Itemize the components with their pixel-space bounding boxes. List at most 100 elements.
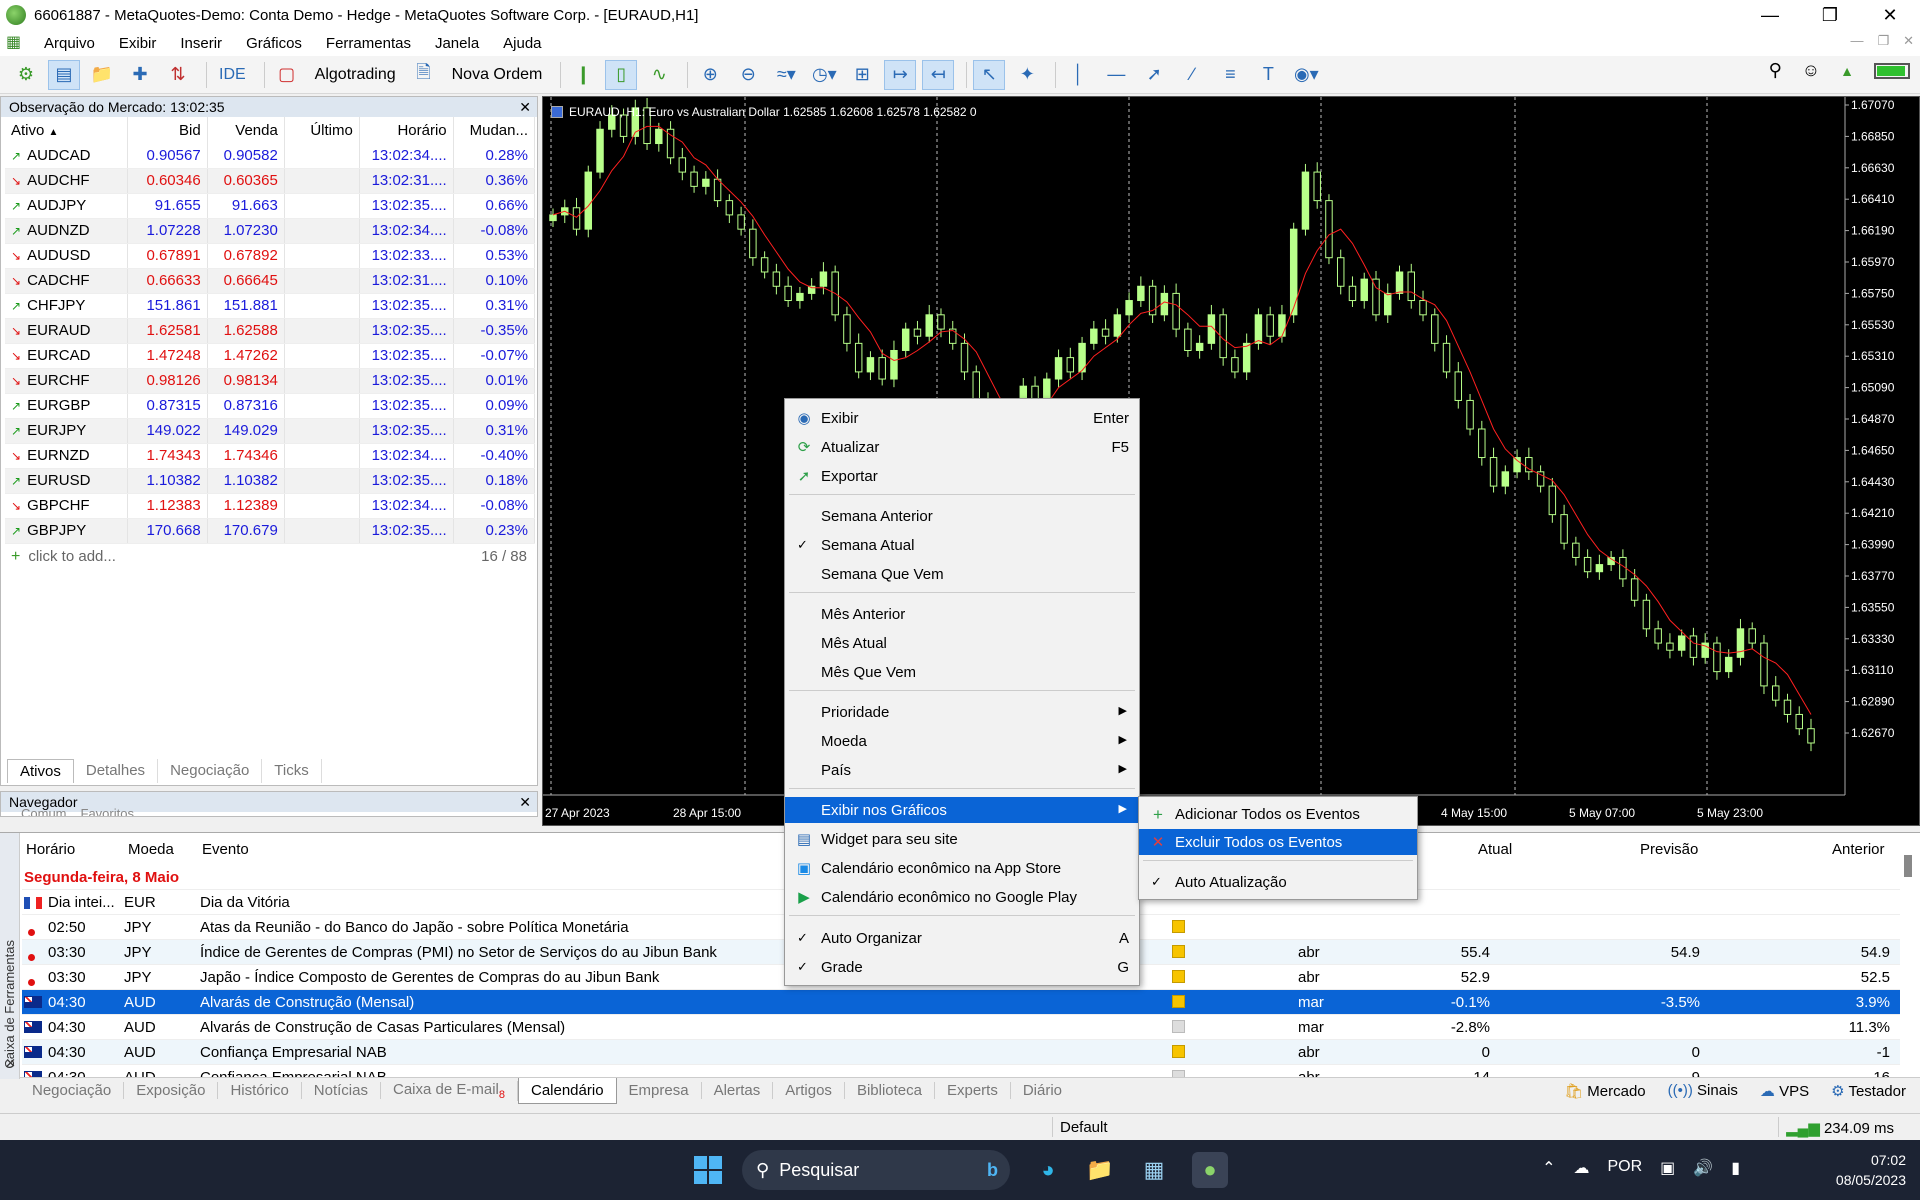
tab-negociacao[interactable]: Negociação xyxy=(158,759,263,783)
tab-calendario[interactable]: Calendário xyxy=(517,1077,617,1104)
network-icon[interactable]: ▣ xyxy=(1660,1158,1675,1178)
column-header-horario[interactable]: Horário xyxy=(26,841,75,858)
zoom-out-icon[interactable]: ⊖ xyxy=(732,60,764,90)
restore-icon[interactable]: ❐ xyxy=(1800,0,1860,30)
add-symbol-row[interactable]: + click to add... 16 / 88 xyxy=(1,544,537,570)
menu-item-moeda[interactable]: Moeda ▶ xyxy=(785,728,1139,754)
profile-name[interactable]: Default xyxy=(1060,1119,1108,1136)
navigator-folder-icon[interactable]: 📁 xyxy=(86,60,118,90)
battery-icon[interactable]: ▮ xyxy=(1731,1158,1740,1178)
menu-item-atualizar[interactable]: ⟳ Atualizar F5 xyxy=(785,434,1139,460)
close-icon[interactable]: ✕ xyxy=(519,97,531,117)
shapes-icon[interactable]: ◉▾ xyxy=(1290,60,1322,90)
fibonacci-icon[interactable]: ≡ xyxy=(1214,60,1246,90)
tab-historico[interactable]: Histórico xyxy=(218,1082,302,1099)
column-header-horario[interactable]: Horário xyxy=(359,117,454,143)
menu-item-exportar[interactable]: ➚ Exportar xyxy=(785,463,1139,489)
column-header-ativo[interactable]: Ativo ▲ xyxy=(5,117,129,143)
column-header-atual[interactable]: Atual xyxy=(1478,841,1512,858)
account-icon[interactable]: ☺ xyxy=(1802,60,1820,81)
horizontal-line-icon[interactable]: — xyxy=(1100,60,1132,90)
calendar-event-row[interactable]: 04:30 AUD Confiança Empresarial NAB abr 0 0 -1 xyxy=(22,1040,1900,1065)
menu-graficos[interactable]: Gráficos xyxy=(234,35,314,52)
taskbar-clock[interactable]: 07:02 08/05/2023 xyxy=(1836,1150,1906,1190)
onedrive-cloud-icon[interactable]: ☁ xyxy=(1573,1158,1589,1178)
menu-item-grade[interactable]: ✓ Grade G xyxy=(785,954,1139,980)
price-chart[interactable]: 1.67070 1.66850 1.66630 1.66410 1.66190 1.659… xyxy=(542,96,1920,826)
menu-item-app-store[interactable]: ▣ Calendário econômico na App Store xyxy=(785,855,1139,881)
autoscroll-icon[interactable]: ↦ xyxy=(884,59,917,90)
tab-exposicao[interactable]: Exposição xyxy=(124,1082,219,1099)
crosshair-data-icon[interactable]: ✚ xyxy=(124,60,156,90)
metatrader-taskbar-icon[interactable]: ● xyxy=(1192,1152,1228,1188)
trendline-icon[interactable]: ➚ xyxy=(1138,60,1170,90)
tab-caixa-email[interactable]: Caixa de E-mail8 xyxy=(381,1080,518,1101)
calendar-event-row[interactable]: 04:30 AUD Alvarás de Construção de Casas P… xyxy=(22,1015,1900,1040)
column-header-evento[interactable]: Evento xyxy=(202,841,249,858)
new-order-icon[interactable]: 🗎 xyxy=(408,60,440,90)
close-icon[interactable]: ✕ xyxy=(1860,0,1920,30)
new-order-button[interactable]: Nova Ordem xyxy=(446,60,549,90)
chart-canvas[interactable]: 1.67070 1.66850 1.66630 1.66410 1.66190 1.659… xyxy=(543,97,1919,825)
market-watch-row[interactable]: ↘ AUDUSD 0.67891 0.67892 13:02:33.... 0.53% xyxy=(5,243,536,269)
column-header-previsao[interactable]: Previsão xyxy=(1640,841,1698,858)
minimize-icon[interactable]: — xyxy=(1740,0,1800,30)
market-watch-row[interactable]: ↗ AUDCAD 0.90567 0.90582 13:02:34.... 0.28% xyxy=(5,143,536,169)
market-watch-row[interactable]: ↘ AUDCHF 0.60346 0.60365 13:02:31.... 0.36% xyxy=(5,168,536,194)
strategy-tester-icon[interactable]: ⇅ xyxy=(162,60,194,90)
tab-comum[interactable]: Comum xyxy=(21,806,67,816)
market-watch-row[interactable]: ↘ GBPCHF 1.12383 1.12389 13:02:34.... -0.08% xyxy=(5,493,536,519)
menu-janela[interactable]: Janela xyxy=(423,35,491,52)
search-icon[interactable]: ⚲ xyxy=(1769,60,1782,81)
calendar-event-row[interactable]: 04:30 AUD Alvarás de Construção (Mensal) ma… xyxy=(22,990,1900,1015)
vertical-line-icon[interactable]: │ xyxy=(1062,60,1094,90)
ide-button[interactable]: IDE xyxy=(213,60,252,90)
menu-item-adicionar-todos[interactable]: + Adicionar Todos os Eventos xyxy=(1139,801,1417,827)
candlestick-chart-icon[interactable]: ▯ xyxy=(605,59,638,90)
menu-ajuda[interactable]: Ajuda xyxy=(491,35,553,52)
menu-item-exibir[interactable]: ◉ Exibir Enter xyxy=(785,405,1139,431)
chart-shift-icon[interactable]: ↤ xyxy=(922,59,955,90)
bar-chart-icon[interactable]: ❙ xyxy=(567,60,599,90)
column-header-bid[interactable]: Bid xyxy=(127,117,208,143)
settings-gear-icon[interactable]: ⚙ xyxy=(10,60,42,90)
menu-item-exibir-nos-graficos[interactable]: Exibir nos Gráficos ▶ xyxy=(785,797,1139,823)
tab-alertas[interactable]: Alertas xyxy=(702,1082,774,1099)
menu-item-semana-que-vem[interactable]: Semana Que Vem xyxy=(785,561,1139,587)
tab-biblioteca[interactable]: Biblioteca xyxy=(845,1082,935,1099)
chevron-up-icon[interactable]: ⌃ xyxy=(1542,1158,1555,1178)
tab-ticks[interactable]: Ticks xyxy=(262,759,322,783)
column-header-mudanca[interactable]: Mudan... xyxy=(453,117,536,143)
market-watch-row[interactable]: ↗ CHFJPY 151.861 151.881 13:02:35.... 0.31% xyxy=(5,293,536,319)
algotrading-stop-icon[interactable]: ▢ xyxy=(271,60,303,90)
menu-item-auto-atualizacao[interactable]: ✓ Auto Atualização xyxy=(1139,869,1417,895)
menu-item-pais[interactable]: País ▶ xyxy=(785,757,1139,783)
volume-icon[interactable]: 🔊 xyxy=(1693,1158,1713,1178)
menu-exibir[interactable]: Exibir xyxy=(107,35,169,52)
tab-favoritos[interactable]: Favoritos xyxy=(81,806,134,816)
column-header-anterior[interactable]: Anterior xyxy=(1832,841,1885,858)
tile-windows-icon[interactable]: ⊞ xyxy=(846,60,878,90)
market-watch-row[interactable]: ↗ EURUSD 1.10382 1.10382 13:02:35.... 0.18% xyxy=(5,468,536,494)
connection-status[interactable]: ▂▄▆ 234.09 ms xyxy=(1786,1119,1894,1137)
column-header-venda[interactable]: Venda xyxy=(207,117,285,143)
one-click-trading-icon[interactable] xyxy=(551,106,563,118)
menu-item-excluir-todos[interactable]: ✕ Excluir Todos os Eventos xyxy=(1139,829,1417,855)
market-watch-row[interactable]: ↘ EURAUD 1.62581 1.62588 13:02:35.... -0.35% xyxy=(5,318,536,344)
vps-link[interactable]: ☁ VPS xyxy=(1760,1082,1809,1100)
market-watch-row[interactable]: ↘ EURCHF 0.98126 0.98134 13:02:35.... 0.01% xyxy=(5,368,536,394)
taskbar-search[interactable]: ⚲ Pesquisar b xyxy=(742,1150,1010,1190)
file-explorer-icon[interactable]: 📁 xyxy=(1082,1152,1118,1188)
market-watch-row[interactable]: ↗ AUDNZD 1.07228 1.07230 13:02:34.... -0.08% xyxy=(5,218,536,244)
indicators-icon[interactable]: ≈▾ xyxy=(770,60,802,90)
tab-artigos[interactable]: Artigos xyxy=(773,1082,845,1099)
zoom-in-icon[interactable]: ⊕ xyxy=(694,60,726,90)
mdi-close-icon[interactable]: ✕ xyxy=(1903,33,1914,49)
tab-experts[interactable]: Experts xyxy=(935,1082,1011,1099)
market-watch-row[interactable]: ↗ EURJPY 149.022 149.029 13:02:35.... 0.31% xyxy=(5,418,536,444)
market-watch-row[interactable]: ↘ CADCHF 0.66633 0.66645 13:02:31.... 0.10% xyxy=(5,268,536,294)
menu-item-widget[interactable]: ▤ Widget para seu site xyxy=(785,826,1139,852)
testador-link[interactable]: ⚙ Testador xyxy=(1831,1082,1906,1100)
text-tool-icon[interactable]: T xyxy=(1252,60,1284,90)
algotrading-button[interactable]: Algotrading xyxy=(309,60,402,90)
